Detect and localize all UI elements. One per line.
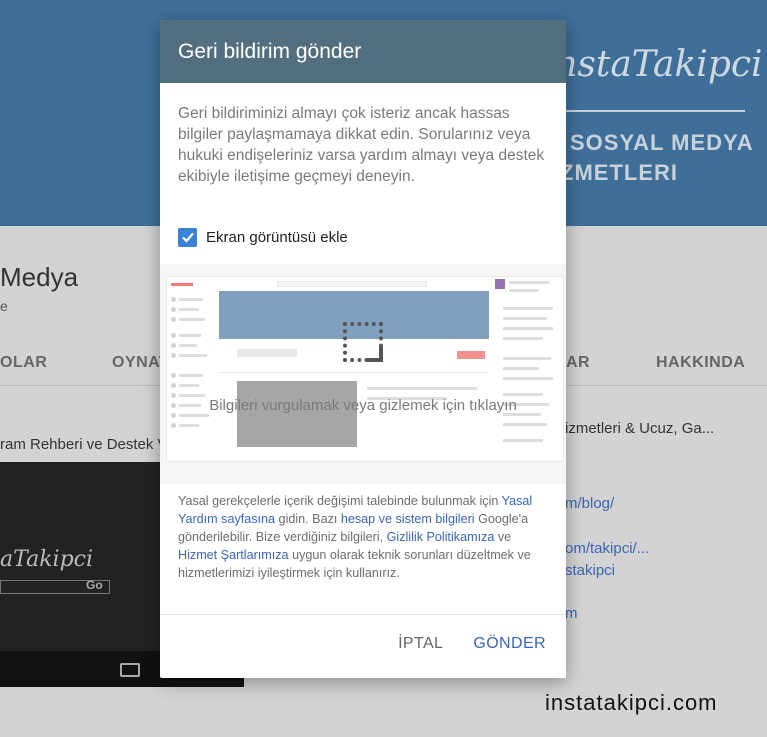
banner-logo: InstaTakipci (540, 44, 763, 85)
banner-divider (560, 110, 745, 112)
actions-divider (160, 614, 566, 615)
link-blog[interactable]: m/blog/ (565, 495, 614, 512)
legal-notice: Yasal gerekçelerle içerik değişimi taleb… (178, 492, 548, 582)
tab-channels[interactable]: AR (566, 354, 590, 372)
screenshot-hint: Bilgileri vurgulamak veya gizlemek için … (209, 397, 517, 414)
system-info-link[interactable]: hesap ve sistem bilgileri (341, 512, 475, 526)
dialog-header: Geri bildirim gönder (160, 20, 566, 83)
featured-title[interactable]: izmetleri & Ucuz, Ga... (565, 420, 714, 437)
privacy-policy-link[interactable]: Gizlilik Politikamıza (387, 530, 495, 544)
send-button[interactable]: GÖNDER (473, 635, 546, 653)
tab-about[interactable]: HAKKINDA (656, 354, 745, 372)
legal-text-1: Yasal gerekçelerle içerik değişimi taleb… (178, 494, 502, 508)
channel-subtitle: e (0, 298, 8, 314)
link-instagram[interactable]: stakipci (565, 562, 615, 579)
feedback-dialog: Geri bildirim gönder Geri bildiriminizi … (160, 20, 566, 678)
video-go-label: Go (86, 578, 103, 592)
terms-of-service-link[interactable]: Hizmet Şartlarımıza (178, 548, 289, 562)
link-takipci[interactable]: om/takipci/... (565, 540, 649, 557)
cancel-button[interactable]: İPTAL (398, 635, 443, 653)
banner-slogan-1: SOSYAL MEDYA (570, 130, 754, 155)
channel-name: Medya (0, 262, 79, 292)
link-other[interactable]: m (565, 605, 578, 622)
screenshot-checkbox-row[interactable]: Ekran görüntüsü ekle (160, 213, 566, 261)
check-icon (181, 232, 194, 243)
screenshot-overlay (160, 264, 566, 484)
watermark: instatakipci.com (545, 690, 718, 715)
banner-slogan-2: ZMETLERI (560, 160, 678, 185)
video-logo: aTakipci (0, 547, 94, 572)
subtitles-icon[interactable] (120, 663, 140, 677)
screenshot-checkbox-label: Ekran görüntüsü ekle (206, 228, 348, 246)
highlight-select-icon (343, 322, 383, 362)
dialog-actions: İPTAL GÖNDER (398, 635, 546, 653)
tab-videos[interactable]: OLAR (0, 354, 47, 372)
legal-text-4: ve (494, 530, 512, 544)
screenshot-preview[interactable]: Bilgileri vurgulamak veya gizlemek için … (160, 264, 566, 484)
video-title[interactable]: ram Rehberi ve Destek V (0, 436, 168, 453)
legal-text-2: gidin. Bazı (275, 512, 341, 526)
screenshot-checkbox[interactable] (178, 227, 197, 247)
dialog-title: Geri bildirim gönder (178, 40, 362, 63)
